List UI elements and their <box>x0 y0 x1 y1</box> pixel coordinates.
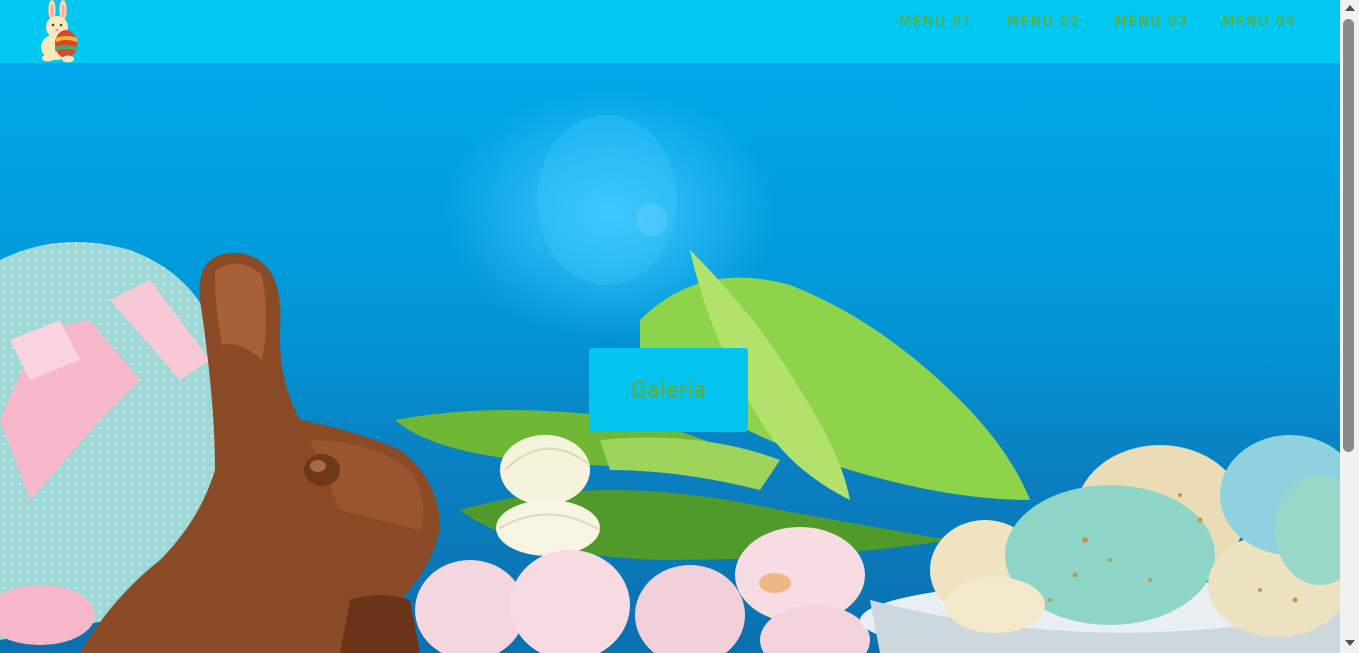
navbar: MENU 01 MENU 02 MENU 03 MENU 04 <box>0 0 1340 63</box>
bunny-logo-icon[interactable] <box>34 0 90 63</box>
page: MENU 01 MENU 02 MENU 03 MENU 04 Galeria <box>0 0 1359 653</box>
scroll-up-arrow-icon[interactable] <box>1345 5 1355 11</box>
scrollbar-thumb[interactable] <box>1343 19 1354 452</box>
vertical-scrollbar[interactable] <box>1340 0 1359 653</box>
main-menu: MENU 01 MENU 02 MENU 03 MENU 04 <box>899 0 1296 44</box>
menu-item-02[interactable]: MENU 02 <box>1007 14 1081 30</box>
menu-item-01[interactable]: MENU 01 <box>899 14 973 30</box>
menu-item-03[interactable]: MENU 03 <box>1115 14 1189 30</box>
menu-item-04[interactable]: MENU 04 <box>1222 14 1296 30</box>
scroll-down-arrow-icon[interactable] <box>1345 640 1355 646</box>
galeria-button[interactable]: Galeria <box>589 348 748 432</box>
